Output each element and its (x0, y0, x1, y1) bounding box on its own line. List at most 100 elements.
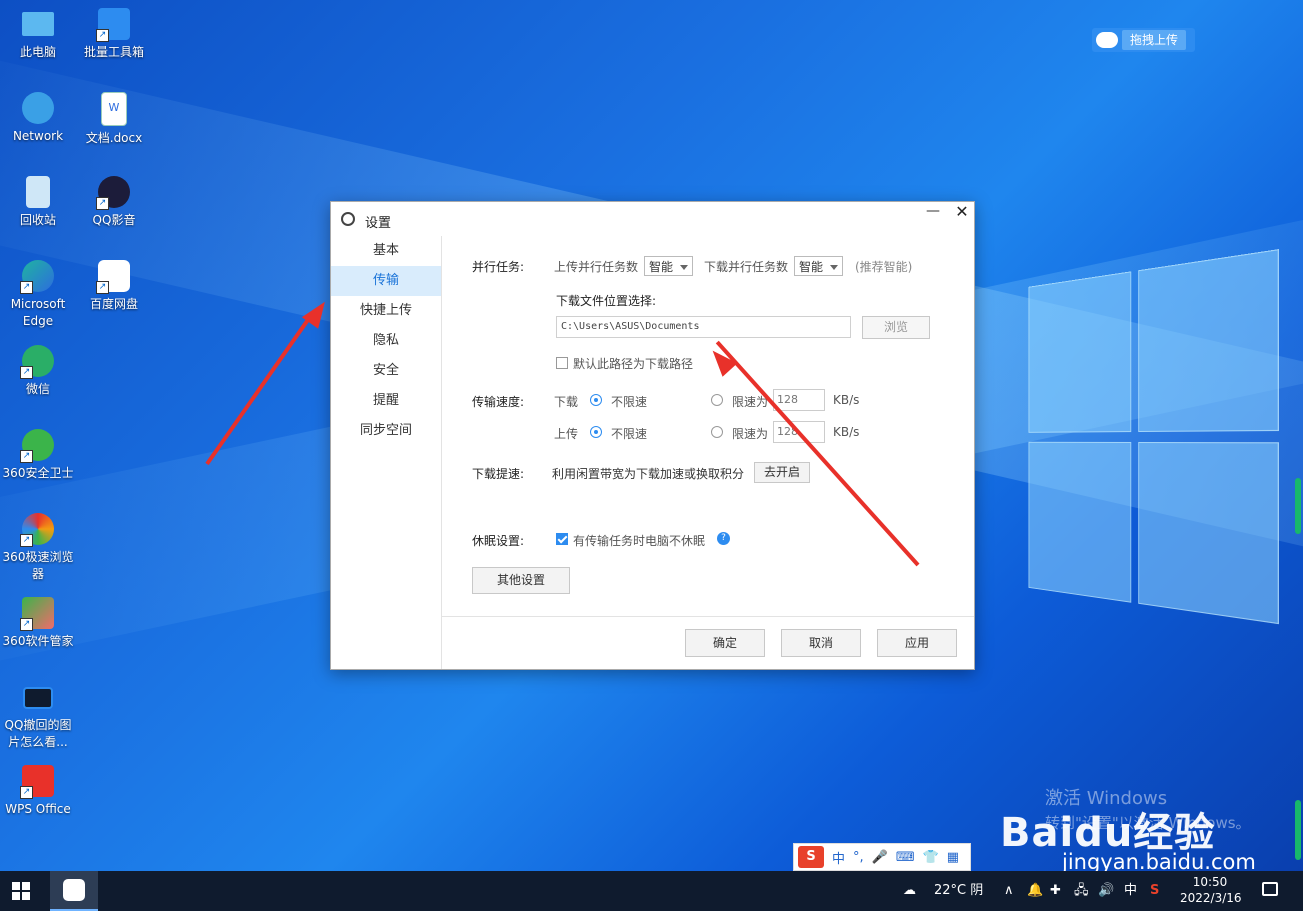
dialog-title: 设置 (365, 216, 392, 231)
recycle-bin-icon (26, 176, 50, 208)
360-browser-icon: ↗ (20, 513, 54, 547)
desktop-icon-edge[interactable]: ↗ Microsoft Edge (0, 260, 76, 330)
minimize-icon[interactable]: — (923, 204, 943, 224)
screen-capture-icon (23, 687, 53, 709)
toolbox-grid-icon[interactable]: ▦ (947, 850, 959, 865)
download-unlimited-radio[interactable] (590, 394, 602, 406)
desktop-icon-batch-toolbox[interactable]: ↗ 批量工具箱 (76, 8, 152, 61)
upload-unlimited-label: 不限速 (611, 427, 648, 441)
download-location-label: 下载文件位置选择: (556, 294, 657, 308)
360-tray-icon[interactable]: ✚ (1050, 871, 1061, 911)
boost-description: 利用闲置带宽为下载加速或换取积分 (552, 467, 745, 481)
nav-quick-upload[interactable]: 快捷上传 (331, 296, 441, 326)
desktop-icon-document[interactable]: W 文档.docx (76, 92, 152, 147)
ime-mode[interactable]: 中 (832, 848, 845, 867)
taskbar-app-baidu-netdisk[interactable] (50, 871, 98, 911)
parallel-section-label: 并行任务: (472, 260, 525, 274)
action-center-icon[interactable] (1262, 882, 1278, 896)
taskbar-clock[interactable]: 10:50 2022/3/16 (1180, 874, 1242, 906)
toolbox-icon: ↗ (96, 8, 130, 42)
side-scroll-handle[interactable] (1295, 800, 1301, 860)
default-path-label: 默认此路径为下载路径 (573, 357, 694, 371)
settings-content: 并行任务: 上传并行任务数 智能 下载并行任务数 智能 (推荐智能) 下载文件位… (442, 236, 974, 669)
360-software-manager-icon: ↗ (20, 597, 54, 631)
network-globe-icon (22, 92, 54, 124)
upload-parallel-value: 智能 (649, 260, 674, 274)
settings-sidebar: 基本 传输 快捷上传 隐私 安全 提醒 同步空间 (331, 236, 442, 669)
desktop-icon-network[interactable]: Network (0, 92, 76, 145)
clock-time: 10:50 (1192, 875, 1228, 889)
desktop-icon-qq-player[interactable]: ↗ QQ影音 (76, 176, 152, 229)
chevron-down-icon (830, 265, 838, 270)
clock-date: 2022/3/16 (1180, 891, 1242, 905)
sogou-logo-icon[interactable]: S (798, 846, 824, 868)
computer-icon (22, 12, 54, 36)
enable-boost-button[interactable]: 去开启 (754, 462, 810, 483)
cancel-button[interactable]: 取消 (781, 629, 861, 657)
desktop-icon-qq-recall[interactable]: QQ撤回的图片怎么看... (0, 681, 76, 751)
default-path-checkbox[interactable] (556, 357, 568, 369)
desktop-icon-360-software[interactable]: ↗ 360软件管家 (0, 597, 76, 650)
help-icon[interactable]: ? (717, 532, 730, 545)
nav-reminder[interactable]: 提醒 (331, 386, 441, 416)
network-icon[interactable]: 🖧 (1074, 871, 1089, 911)
upload-parallel-label: 上传并行任务数 (554, 260, 639, 274)
baidu-netdisk-icon (63, 879, 85, 901)
download-limit-radio[interactable] (711, 394, 723, 406)
upload-parallel-select[interactable]: 智能 (644, 256, 693, 276)
desktop-icon-recycle-bin[interactable]: 回收站 (0, 176, 76, 229)
upload-speed-label: 上传 (554, 427, 579, 441)
desktop-icon-wps[interactable]: ↗ WPS Office (0, 765, 76, 818)
boost-section-label: 下载提速: (472, 467, 525, 481)
volume-icon[interactable]: 🔊 (1098, 871, 1114, 911)
other-settings-button[interactable]: 其他设置 (472, 567, 570, 594)
nav-sync-space[interactable]: 同步空间 (331, 416, 441, 446)
keyboard-icon[interactable]: ⌨ (896, 850, 915, 865)
apply-button[interactable]: 应用 (877, 629, 957, 657)
nav-transfer[interactable]: 传输 (331, 266, 441, 296)
sleep-section-label: 休眠设置: (472, 534, 525, 548)
settings-dialog: 设置 — ✕ 基本 传输 快捷上传 隐私 安全 提醒 同步空间 并行任务: 上传… (330, 201, 975, 670)
download-limit-unit: KB/s (833, 393, 860, 407)
ime-punctuation[interactable]: °, (853, 850, 864, 865)
taskbar: ☁ 22°C 阴 ∧ 🔔 ✚ 🖧 🔊 中 S 10:50 2022/3/16 (0, 871, 1303, 911)
nav-security[interactable]: 安全 (331, 356, 441, 386)
desktop-icon-wechat[interactable]: ↗ 微信 (0, 345, 76, 398)
drag-upload-button[interactable]: 拖拽上传 (1092, 28, 1195, 52)
desktop-icon-360-security[interactable]: ↗ 360安全卫士 (0, 429, 76, 482)
desktop-icon-360-browser[interactable]: ↗ 360极速浏览器 (0, 513, 76, 583)
weather-text[interactable]: 22°C 阴 (934, 871, 983, 911)
download-limit-input[interactable]: 128 (773, 389, 825, 411)
prevent-sleep-checkbox[interactable] (556, 533, 568, 545)
chevron-down-icon (680, 265, 688, 270)
baidu-cloud-icon (1096, 32, 1118, 48)
ime-toolbar[interactable]: S 中 °, 🎤 ⌨ 👕 ▦ (793, 843, 971, 871)
download-speed-label: 下载 (554, 395, 579, 409)
dialog-titlebar[interactable]: 设置 — ✕ (331, 202, 974, 236)
speed-section-label: 传输速度: (472, 395, 525, 409)
browse-button[interactable]: 浏览 (862, 316, 930, 339)
desktop-icon-baidu-netdisk[interactable]: ↗ 百度网盘 (76, 260, 152, 313)
desktop-icon-this-pc[interactable]: 此电脑 (0, 8, 76, 61)
microphone-icon[interactable]: 🎤 (872, 850, 888, 865)
weather-cloud-icon[interactable]: ☁ (903, 871, 916, 911)
nav-basic[interactable]: 基本 (331, 236, 441, 266)
windows-start-icon[interactable] (12, 882, 30, 900)
close-icon[interactable]: ✕ (951, 202, 973, 224)
side-scroll-handle[interactable] (1295, 478, 1301, 534)
nav-privacy[interactable]: 隐私 (331, 326, 441, 356)
ime-indicator[interactable]: 中 (1124, 871, 1137, 911)
ok-button[interactable]: 确定 (685, 629, 765, 657)
download-path-input[interactable]: C:\Users\ASUS\Documents (556, 316, 851, 338)
sogou-tray-icon[interactable]: S (1150, 871, 1159, 911)
360-security-icon: ↗ (20, 429, 54, 463)
notification-bell-icon[interactable]: 🔔 (1027, 871, 1043, 911)
wallpaper-windows-logo (1028, 249, 1279, 631)
upload-limit-radio[interactable] (711, 426, 723, 438)
tray-expand-icon[interactable]: ∧ (1004, 871, 1014, 911)
download-unlimited-label: 不限速 (611, 395, 648, 409)
upload-unlimited-radio[interactable] (590, 426, 602, 438)
desktop: 此电脑 ↗ 批量工具箱 Network W 文档.docx 回收站 ↗ QQ影音… (0, 0, 1303, 871)
skin-shirt-icon[interactable]: 👕 (923, 850, 939, 865)
download-parallel-select[interactable]: 智能 (794, 256, 843, 276)
